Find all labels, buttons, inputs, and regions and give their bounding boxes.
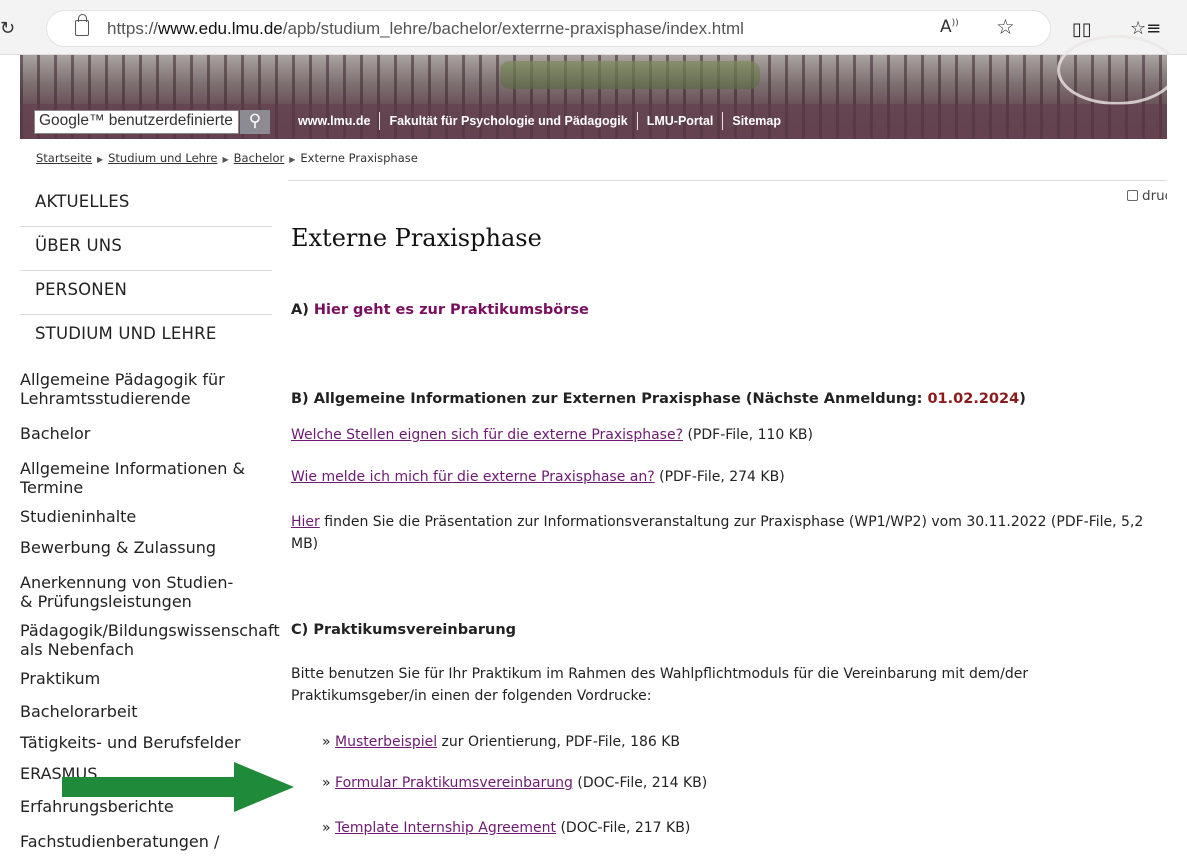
breadcrumb: Startseite ▶ Studium und Lehre ▶ Bachelor ▶ Ex… [36,151,418,165]
wie-melde-link[interactable]: Wie melde ich mich für die externe Praxi… [291,469,655,485]
sidebar: AKTUELLES ÜBER UNS PERSONEN STUDIUM UND … [20,183,272,359]
sidebar-item-studieninhalte[interactable]: Studieninhalte [20,507,136,526]
university-seal [1057,35,1177,105]
read-aloud-icon[interactable]: A)) [940,17,959,37]
divider [722,112,724,130]
sidebar-item-bachelorarbeit[interactable]: Bachelorarbeit [20,702,137,721]
sidebar-item-bewerbung[interactable]: Bewerbung & Zulassung [20,538,216,557]
star-icon[interactable]: ☆ [996,15,1015,39]
address-bar[interactable]: https://www.edu.lmu.de/apb/studium_lehre… [46,10,1051,47]
lock-icon[interactable] [75,14,89,36]
sidebar-item-bachelor[interactable]: Bachelor [20,424,90,443]
sidebar-category-personen[interactable]: PERSONEN [20,271,272,315]
welche-stellen-link[interactable]: Welche Stellen eignen sich für die exter… [291,427,683,443]
top-link-lmu[interactable]: www.lmu.de [298,114,370,128]
praesentation-link[interactable]: Hier [291,514,320,530]
section-a-heading: A) Hier geht es zur Praktikumsbörse [291,302,589,318]
musterbeispiel-link[interactable]: Musterbeispiel [335,734,437,750]
sidebar-item-anerkennung[interactable]: Anerkennung von Studien- & Prüfungsleist… [20,573,250,611]
breadcrumb-studium[interactable]: Studium und Lehre [108,151,217,165]
search-button[interactable]: ⚲ [240,110,270,134]
search-icon: ⚲ [248,111,262,131]
section-b-heading: B) Allgemeine Informationen zur Externen… [291,391,1026,407]
praktikumsboerse-link[interactable]: Hier geht es zur Praktikumsbörse [314,302,589,318]
c-link-row: » Musterbeispiel zur Orientierung, PDF-F… [322,734,681,750]
c-link-row: » Formular Praktikumsvereinbarung (DOC-F… [322,775,708,791]
banner-plants [500,61,760,89]
page-title: Externe Praxisphase [291,224,542,252]
back-icon[interactable]: ↻ [0,18,15,39]
sidebar-category-aktuelles[interactable]: AKTUELLES [20,183,272,227]
divider [288,180,1167,181]
browser-toolbar: ↻ https://www.edu.lmu.de/apb/studium_leh… [0,0,1187,55]
green-arrow-annotation [62,762,294,812]
divider [636,112,638,130]
sidebar-item-lehramt[interactable]: Allgemeine Pädagogik für Lehramtsstudier… [20,370,250,408]
sidebar-item-nebenfach[interactable]: Pädagogik/Bildungswissenschaft als Neben… [20,621,282,659]
template-internship-link[interactable]: Template Internship Agreement [335,820,556,836]
formular-praktikumsvereinbarung-link[interactable]: Formular Praktikumsvereinbarung [335,775,573,791]
sidebar-item-praktikum[interactable]: Praktikum [20,669,100,688]
sidebar-item-berufsfelder[interactable]: Tätigkeits- und Berufsfelder [20,733,241,752]
breadcrumb-current: Externe Praxisphase [300,151,418,165]
b-link-row: Welche Stellen eignen sich für die exter… [291,427,813,443]
sidebar-category-ueber-uns[interactable]: ÜBER UNS [20,227,272,271]
page-right-edge [1167,55,1187,857]
breadcrumb-bachelor[interactable]: Bachelor [234,151,285,165]
c-link-row: » Template Internship Agreement (DOC-Fil… [322,820,691,836]
sidebar-item-fachstudienberatungen[interactable]: Fachstudienberatungen / [20,832,219,851]
divider [379,112,381,130]
section-c-text: Bitte benutzen Sie für Ihr Praktikum im … [291,666,1029,704]
section-c-heading: C) Praktikumsvereinbarung [291,622,517,638]
top-link-sitemap[interactable]: Sitemap [732,114,781,128]
search-input[interactable]: Google™ benutzerdefinierte [34,110,239,134]
print-icon [1127,190,1138,201]
b-link-row: Hier finden Sie die Präsentation zur Inf… [291,514,1144,552]
registration-date: 01.02.2024 [927,391,1020,407]
b-link-row: Wie melde ich mich für die externe Praxi… [291,469,785,485]
top-link-portal[interactable]: LMU-Portal [647,114,714,128]
top-link-faculty[interactable]: Fakultät für Psychologie und Pädagogik [389,114,627,128]
sidebar-item-allg-info[interactable]: Allgemeine Informationen & Termine [20,459,265,497]
breadcrumb-startseite[interactable]: Startseite [36,151,92,165]
top-links: www.lmu.de Fakultät für Psychologie und … [298,112,781,130]
split-screen-icon[interactable]: ▯▯ [1072,19,1092,40]
sidebar-category-studium[interactable]: STUDIUM UND LEHRE [20,315,272,359]
url-text[interactable]: https://www.edu.lmu.de/apb/studium_lehre… [107,19,744,39]
